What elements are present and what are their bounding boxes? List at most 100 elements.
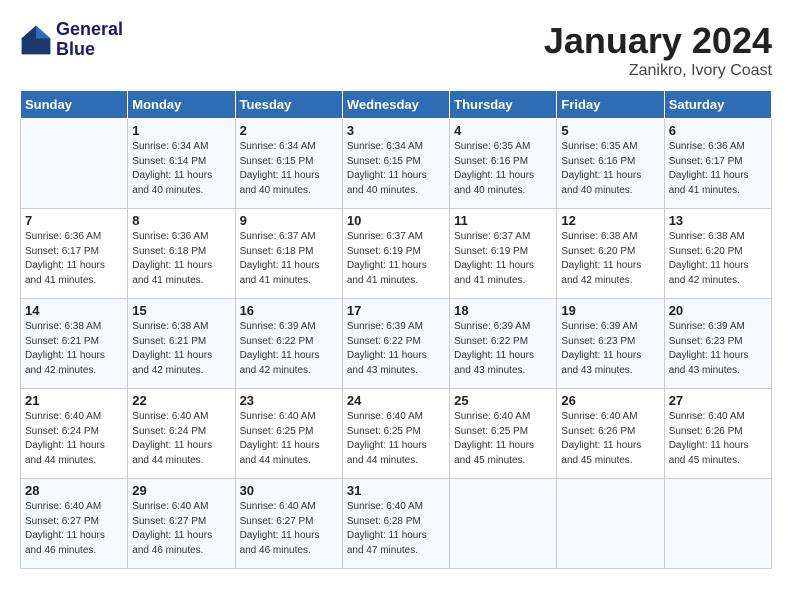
calendar-cell: 5 Sunrise: 6:35 AM Sunset: 6:16 PM Daylig… (557, 119, 664, 209)
day-info: Sunrise: 6:38 AM Sunset: 6:21 PM Dayligh… (25, 320, 123, 378)
calendar-cell: 29 Sunrise: 6:40 AM Sunset: 6:27 PM Dayli… (128, 479, 235, 569)
day-number: 2 (240, 123, 338, 138)
day-number: 13 (669, 213, 767, 228)
day-number: 25 (454, 393, 552, 408)
day-number: 20 (669, 303, 767, 318)
calendar-cell (21, 119, 128, 209)
day-info: Sunrise: 6:40 AM Sunset: 6:24 PM Dayligh… (25, 410, 123, 468)
month-title: January 2024 (544, 20, 772, 62)
calendar-cell (664, 479, 771, 569)
calendar-table: SundayMondayTuesdayWednesdayThursdayFrid… (20, 90, 772, 569)
weekday-header-monday: Monday (128, 91, 235, 119)
calendar-cell: 2Sunrise: 6:34 AM Sunset: 6:15 PM Daylig… (235, 119, 342, 209)
calendar-cell: 26Sunrise: 6:40 AM Sunset: 6:26 PM Dayli… (557, 389, 664, 479)
calendar-cell: 10 Sunrise: 6:37 AM Sunset: 6:19 PM Dayli… (342, 209, 449, 299)
calendar-cell: 19 Sunrise: 6:39 AM Sunset: 6:23 PM Dayli… (557, 299, 664, 389)
calendar-cell: 21 Sunrise: 6:40 AM Sunset: 6:24 PM Dayli… (21, 389, 128, 479)
calendar-cell: 12 Sunrise: 6:38 AM Sunset: 6:20 PM Dayli… (557, 209, 664, 299)
day-info: Sunrise: 6:37 AM Sunset: 6:18 PM Dayligh… (240, 230, 338, 288)
calendar-cell: 18 Sunrise: 6:39 AM Sunset: 6:22 PM Dayli… (450, 299, 557, 389)
page-header: General Blue January 2024 Zanikro, Ivory… (20, 20, 772, 80)
day-number: 18 (454, 303, 552, 318)
day-number: 6 (669, 123, 767, 138)
logo-icon (20, 24, 52, 56)
location-title: Zanikro, Ivory Coast (544, 62, 772, 80)
day-number: 21 (25, 393, 123, 408)
day-info: Sunrise: 6:35 AM Sunset: 6:16 PM Dayligh… (454, 140, 552, 198)
title-block: January 2024 Zanikro, Ivory Coast (544, 20, 772, 80)
day-number: 17 (347, 303, 445, 318)
logo-text: General Blue (56, 20, 123, 60)
day-info: Sunrise: 6:37 AM Sunset: 6:19 PM Dayligh… (347, 230, 445, 288)
calendar-cell: 16 Sunrise: 6:39 AM Sunset: 6:22 PM Dayli… (235, 299, 342, 389)
day-number: 31 (347, 483, 445, 498)
calendar-cell: 22 Sunrise: 6:40 AM Sunset: 6:24 PM Dayli… (128, 389, 235, 479)
day-info: Sunrise: 6:37 AM Sunset: 6:19 PM Dayligh… (454, 230, 552, 288)
day-number: 30 (240, 483, 338, 498)
day-number: 3 (347, 123, 445, 138)
day-number: 22 (132, 393, 230, 408)
day-info: Sunrise: 6:39 AM Sunset: 6:22 PM Dayligh… (347, 320, 445, 378)
day-number: 8 (132, 213, 230, 228)
day-info: Sunrise: 6:36 AM Sunset: 6:17 PM Dayligh… (669, 140, 767, 198)
day-number: 27 (669, 393, 767, 408)
day-info: Sunrise: 6:38 AM Sunset: 6:20 PM Dayligh… (561, 230, 659, 288)
day-info: Sunrise: 6:39 AM Sunset: 6:23 PM Dayligh… (669, 320, 767, 378)
calendar-cell: 11 Sunrise: 6:37 AM Sunset: 6:19 PM Dayli… (450, 209, 557, 299)
day-number: 4 (454, 123, 552, 138)
day-info: Sunrise: 6:40 AM Sunset: 6:27 PM Dayligh… (25, 500, 123, 558)
day-info: Sunrise: 6:39 AM Sunset: 6:23 PM Dayligh… (561, 320, 659, 378)
day-number: 11 (454, 213, 552, 228)
day-info: Sunrise: 6:40 AM Sunset: 6:25 PM Dayligh… (454, 410, 552, 468)
day-number: 28 (25, 483, 123, 498)
day-info: Sunrise: 6:38 AM Sunset: 6:20 PM Dayligh… (669, 230, 767, 288)
day-info: Sunrise: 6:36 AM Sunset: 6:17 PM Dayligh… (25, 230, 123, 288)
calendar-cell: 17 Sunrise: 6:39 AM Sunset: 6:22 PM Dayli… (342, 299, 449, 389)
day-info: Sunrise: 6:34 AM Sunset: 6:15 PM Dayligh… (347, 140, 445, 198)
calendar-cell: 31 Sunrise: 6:40 AM Sunset: 6:28 PM Dayli… (342, 479, 449, 569)
day-number: 29 (132, 483, 230, 498)
calendar-cell: 25 Sunrise: 6:40 AM Sunset: 6:25 PM Dayli… (450, 389, 557, 479)
weekday-header-wednesday: Wednesday (342, 91, 449, 119)
day-number: 5 (561, 123, 659, 138)
day-info: Sunrise: 6:40 AM Sunset: 6:24 PM Dayligh… (132, 410, 230, 468)
weekday-header-thursday: Thursday (450, 91, 557, 119)
weekday-header-sunday: Sunday (21, 91, 128, 119)
day-number: 10 (347, 213, 445, 228)
calendar-cell: 14 Sunrise: 6:38 AM Sunset: 6:21 PM Dayli… (21, 299, 128, 389)
logo: General Blue (20, 20, 123, 60)
day-number: 7 (25, 213, 123, 228)
calendar-cell: 7 Sunrise: 6:36 AM Sunset: 6:17 PM Daylig… (21, 209, 128, 299)
calendar-cell: 1 Sunrise: 6:34 AM Sunset: 6:14 PM Daylig… (128, 119, 235, 209)
day-info: Sunrise: 6:35 AM Sunset: 6:16 PM Dayligh… (561, 140, 659, 198)
day-info: Sunrise: 6:40 AM Sunset: 6:25 PM Dayligh… (347, 410, 445, 468)
day-number: 9 (240, 213, 338, 228)
day-info: Sunrise: 6:38 AM Sunset: 6:21 PM Dayligh… (132, 320, 230, 378)
day-number: 16 (240, 303, 338, 318)
day-info: Sunrise: 6:40 AM Sunset: 6:28 PM Dayligh… (347, 500, 445, 558)
day-info: Sunrise: 6:40 AM Sunset: 6:27 PM Dayligh… (240, 500, 338, 558)
day-number: 1 (132, 123, 230, 138)
calendar-cell: 23Sunrise: 6:40 AM Sunset: 6:25 PM Dayli… (235, 389, 342, 479)
day-number: 19 (561, 303, 659, 318)
day-info: Sunrise: 6:39 AM Sunset: 6:22 PM Dayligh… (240, 320, 338, 378)
calendar-cell: 27Sunrise: 6:40 AM Sunset: 6:26 PM Dayli… (664, 389, 771, 479)
calendar-cell: 3 Sunrise: 6:34 AM Sunset: 6:15 PM Daylig… (342, 119, 449, 209)
calendar-cell: 28 Sunrise: 6:40 AM Sunset: 6:27 PM Dayli… (21, 479, 128, 569)
calendar-cell: 9 Sunrise: 6:37 AM Sunset: 6:18 PM Daylig… (235, 209, 342, 299)
day-number: 26 (561, 393, 659, 408)
weekday-header-saturday: Saturday (664, 91, 771, 119)
calendar-cell (450, 479, 557, 569)
day-info: Sunrise: 6:39 AM Sunset: 6:22 PM Dayligh… (454, 320, 552, 378)
day-info: Sunrise: 6:34 AM Sunset: 6:14 PM Dayligh… (132, 140, 230, 198)
day-number: 14 (25, 303, 123, 318)
calendar-cell: 4 Sunrise: 6:35 AM Sunset: 6:16 PM Daylig… (450, 119, 557, 209)
calendar-cell: 24Sunrise: 6:40 AM Sunset: 6:25 PM Dayli… (342, 389, 449, 479)
day-number: 12 (561, 213, 659, 228)
day-number: 15 (132, 303, 230, 318)
calendar-cell: 15 Sunrise: 6:38 AM Sunset: 6:21 PM Dayli… (128, 299, 235, 389)
day-info: Sunrise: 6:36 AM Sunset: 6:18 PM Dayligh… (132, 230, 230, 288)
weekday-header-tuesday: Tuesday (235, 91, 342, 119)
calendar-cell: 6 Sunrise: 6:36 AM Sunset: 6:17 PM Daylig… (664, 119, 771, 209)
day-info: Sunrise: 6:40 AM Sunset: 6:27 PM Dayligh… (132, 500, 230, 558)
